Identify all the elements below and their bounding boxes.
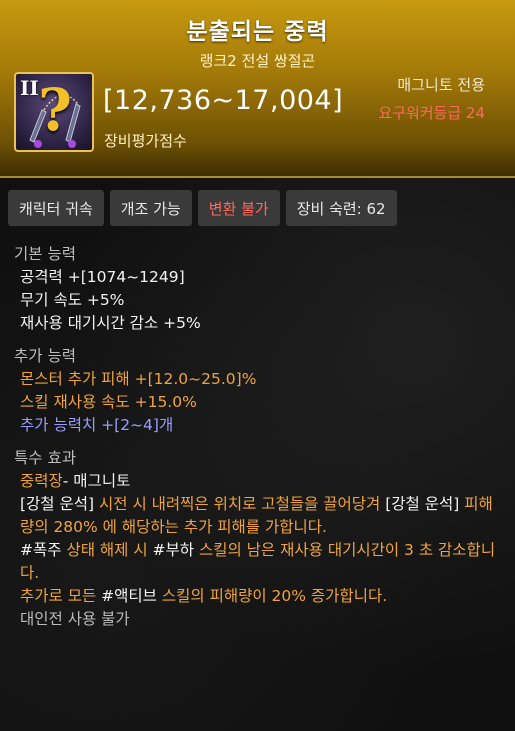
job-restriction: 매그니토 전용 [397, 76, 485, 94]
special-effect-desc-1: [강철 운석] 시전 시 내려찍은 위치로 고철들을 끌어당겨 [강철 운석] … [20, 495, 493, 536]
item-name: 분출되는 중력 [186, 19, 329, 45]
required-grade: 요구워커등급 24 [378, 104, 485, 122]
tag-proficiency: 장비 숙련: 62 [285, 190, 397, 226]
stat-skill-speed: 스킬 재사용 속도 +15.0% [20, 393, 197, 411]
special-effect-name: 중력장 [20, 472, 63, 490]
tag-not-convertible: 변환 불가 [197, 190, 280, 226]
basic-stats-title: 기본 능력 [14, 245, 76, 263]
stat-monster-damage: 몬스터 추가 피해 +[12.0~25.0]% [20, 370, 257, 388]
item-rank-type: 랭크2 전설 쌍절곤 [199, 52, 316, 70]
stat-attack: 공격력 +[1074~1249] [20, 268, 185, 286]
special-effect-desc-3: 추가로 모든 #액티브 스킬의 피해량이 20% 증가합니다. [20, 587, 388, 605]
stat-extra-count: 추가 능력치 +[2~4]개 [20, 416, 174, 434]
tooltip-body: 기본 능력 공격력 +[1074~1249] 무기 속도 +5% 재사용 대기시… [14, 243, 504, 631]
equipment-score-label: 장비평가점수 [104, 132, 187, 150]
item-icon: II ? [14, 72, 94, 152]
tag-character-bound: 캐릭터 귀속 [8, 190, 104, 226]
special-effect-name-row: 중력장- 매그니토 [14, 470, 504, 493]
equipment-score: [12,736~17,004] [103, 85, 344, 116]
special-effect-title: 특수 효과 [14, 449, 76, 467]
unidentified-icon: ? [38, 76, 72, 144]
item-tags: 캐릭터 귀속 개조 가능 변환 불가 장비 숙련: 62 [8, 190, 397, 226]
tooltip-header: 분출되는 중력 랭크2 전설 쌍절곤 II ? [12,736~17,004] … [0, 0, 515, 178]
extra-stats-title: 추가 능력 [14, 347, 76, 365]
pvp-restriction: 대인전 사용 불가 [20, 610, 130, 628]
special-effect-class: - 매그니토 [62, 472, 131, 490]
tag-modifiable: 개조 가능 [109, 190, 192, 226]
stat-cooldown: 재사용 대기시간 감소 +5% [20, 314, 201, 332]
item-tooltip: 분출되는 중력 랭크2 전설 쌍절곤 II ? [12,736~17,004] … [0, 0, 515, 731]
rank-badge: II [20, 76, 39, 100]
special-effect-desc-2: #폭주 상태 해제 시 #부하 스킬의 남은 재사용 대기시간이 3 초 감소합… [20, 541, 496, 582]
stat-weapon-speed: 무기 속도 +5% [20, 291, 125, 309]
